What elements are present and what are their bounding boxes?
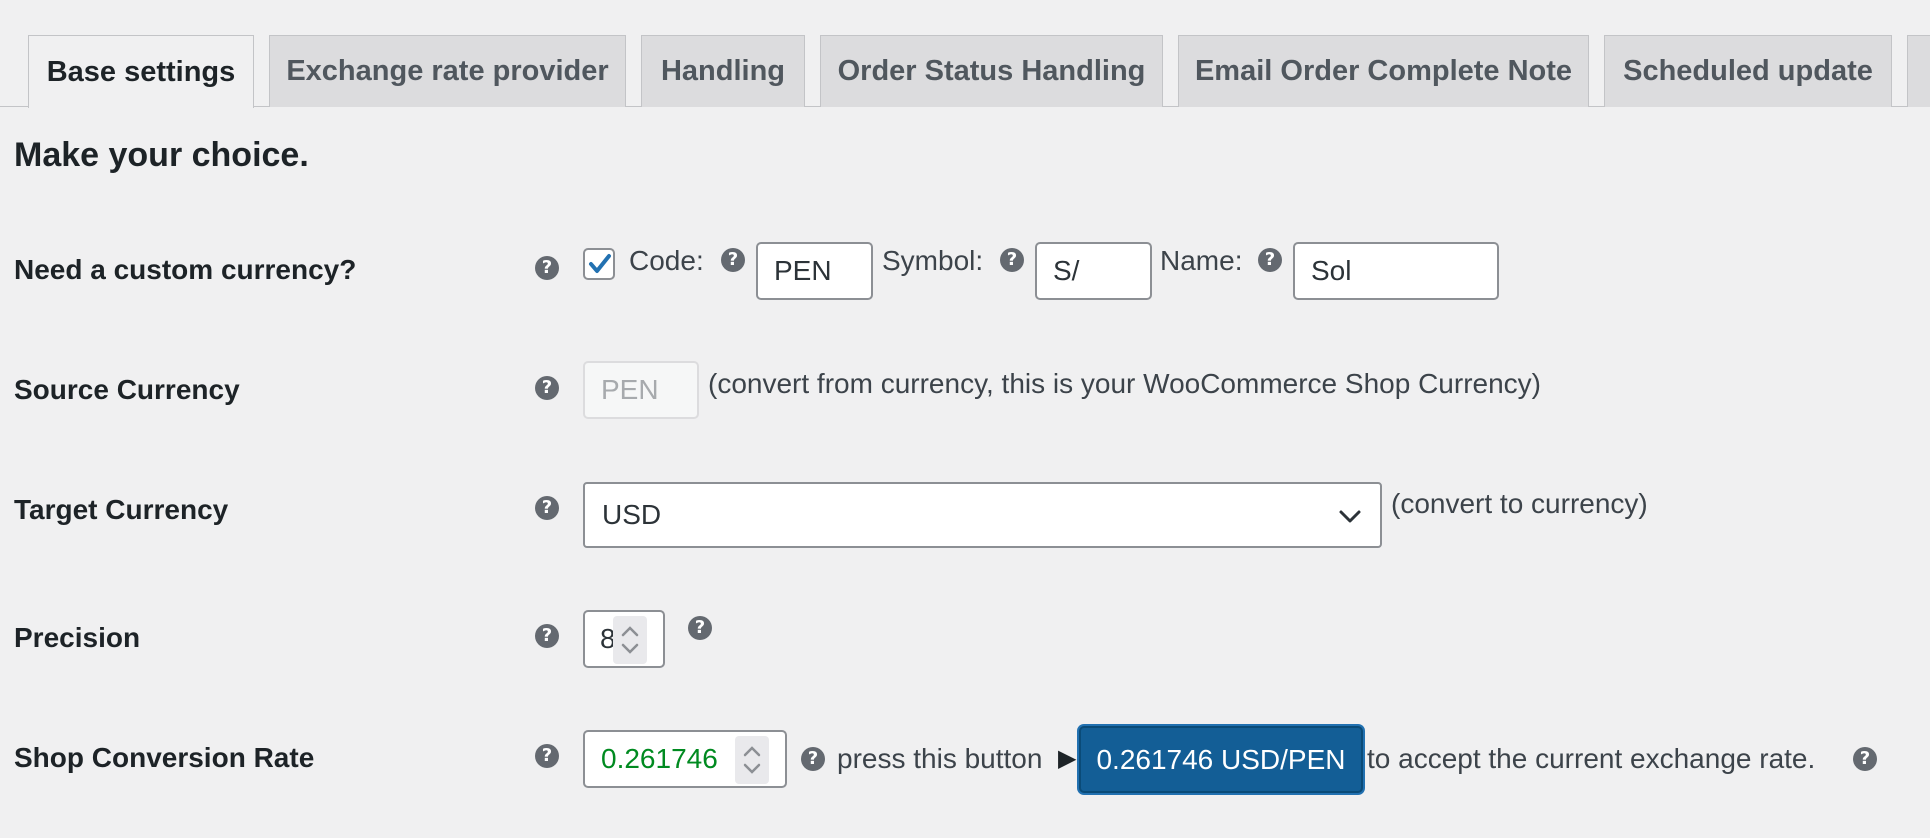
source-currency-note: (convert from currency, this is your Woo… [708,368,1541,399]
question-circle-icon[interactable]: ? [721,248,745,272]
question-circle-icon[interactable]: ? [535,744,559,768]
tab-email-order-complete-note[interactable]: Email Order Complete Note [1178,35,1589,107]
code-label: Code: [629,245,704,276]
page-heading: Make your choice. [14,136,309,174]
target-currency-note: (convert to currency) [1391,488,1648,519]
conversion-rate-value: 0.261746 [601,743,718,774]
source-currency-label: Source Currency [14,374,240,405]
tab-base-settings[interactable]: Base settings [28,35,254,108]
question-circle-icon[interactable]: ? [535,496,559,520]
question-circle-icon[interactable]: ? [535,376,559,400]
currency-symbol-input[interactable]: S/ [1035,242,1152,300]
accept-rate-button[interactable]: 0.261746 USD/PEN [1079,726,1363,793]
tab-scheduled-update[interactable]: Scheduled update [1604,35,1892,107]
precision-label: Precision [14,622,141,653]
tab-order-status-handling[interactable]: Order Status Handling [820,35,1163,107]
name-label: Name: [1160,245,1243,276]
question-circle-icon[interactable]: ? [1853,747,1877,771]
question-circle-icon[interactable]: ? [688,616,712,640]
target-currency-select[interactable]: USD [583,482,1382,548]
question-circle-icon[interactable]: ? [1000,248,1024,272]
spin-arrows-icon[interactable] [735,736,769,784]
target-currency-value: USD [602,499,662,530]
arrow-right-icon: ▶ [1058,745,1077,772]
tab-overflow[interactable] [1907,35,1930,107]
precision-input[interactable]: 8 [583,610,665,668]
symbol-label: Symbol: [882,245,984,276]
custom-currency-label: Need a custom currency? [14,254,357,285]
question-circle-icon[interactable]: ? [535,624,559,648]
press-button-text: press this button [837,743,1043,774]
checkmark-icon [589,254,611,273]
chevron-down-icon [1339,510,1361,523]
conversion-rate-input[interactable]: 0.261746 [583,730,787,788]
source-currency-input: PEN [583,361,699,419]
settings-tabs: Base settings Exchange rate provider Han… [0,0,1930,108]
currency-name-input[interactable]: Sol [1293,242,1499,300]
accept-rate-note: to accept the current exchange rate. [1367,743,1816,774]
tab-handling[interactable]: Handling [641,35,805,107]
currency-code-input[interactable]: PEN [756,242,873,300]
question-circle-icon[interactable]: ? [1258,248,1282,272]
spin-arrows-icon[interactable] [613,616,647,664]
question-circle-icon[interactable]: ? [801,747,825,771]
tab-exchange-rate-provider[interactable]: Exchange rate provider [269,35,626,107]
custom-currency-checkbox[interactable] [583,248,615,280]
shop-conversion-rate-label: Shop Conversion Rate [14,742,315,773]
target-currency-label: Target Currency [14,494,229,525]
question-circle-icon[interactable]: ? [535,256,559,280]
